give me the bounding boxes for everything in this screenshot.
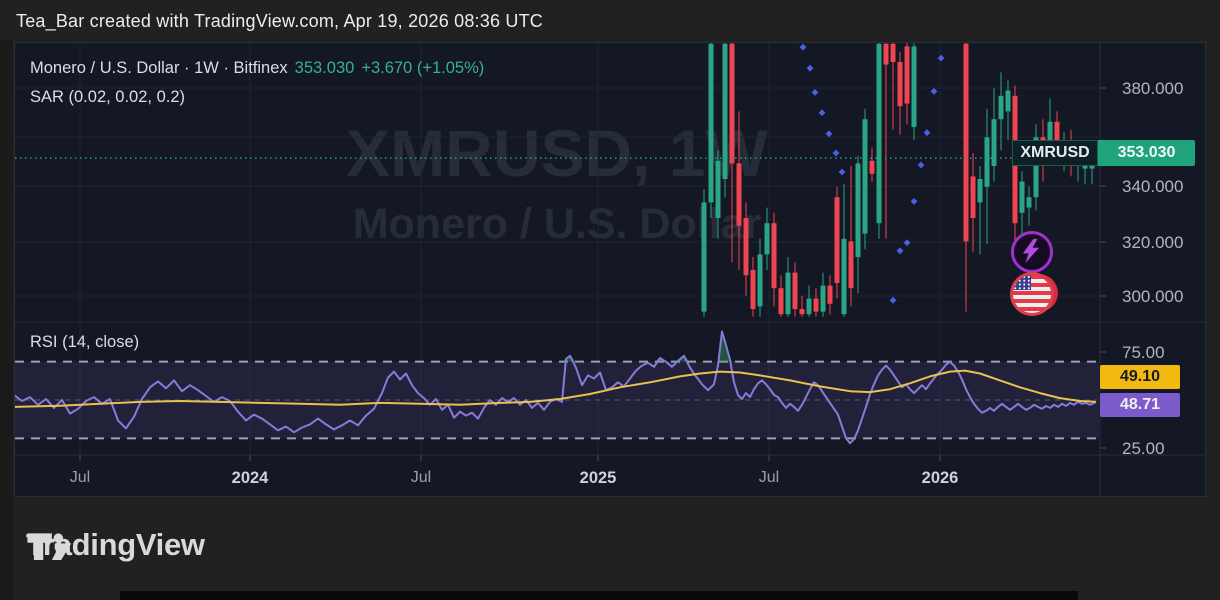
price-axis-label: 380.000 — [1122, 79, 1183, 99]
symbol-legend[interactable]: Monero / U.S. Dollar · 1W · Bitfinex 353.… — [30, 59, 491, 78]
price-axis-label: 320.000 — [1122, 233, 1183, 253]
symbol-badge: XMRUSD — [1012, 140, 1098, 166]
time-axis-label: 2025 — [580, 469, 617, 488]
rsi-axis-label: 25.00 — [1122, 439, 1165, 459]
legend-change: +3.670 (+1.05%) — [361, 59, 484, 77]
rsi-axis-label: 75.00 — [1122, 343, 1165, 363]
time-axis-label: 2026 — [922, 469, 959, 488]
tradingview-logo[interactable]: TradingView — [26, 527, 205, 563]
instant-detail-button[interactable] — [1011, 231, 1053, 273]
svg-text:XMRUSD, 1W: XMRUSD, 1W — [346, 116, 768, 190]
lightning-icon — [1014, 234, 1048, 268]
rsi-indicator-legend[interactable]: RSI (14, close) — [30, 333, 139, 352]
time-axis-label: Jul — [70, 469, 90, 487]
last-price-label: XMRUSD 353.030 — [1012, 140, 1195, 166]
us-flag-icon — [1010, 272, 1054, 316]
sar-indicator-legend[interactable]: SAR (0.02, 0.02, 0.2) — [30, 88, 185, 107]
tradingview-screenshot: Tea_Bar created with TradingView.com, Ap… — [0, 0, 1220, 600]
time-axis-label: 2024 — [232, 469, 269, 488]
price-badge: 353.030 — [1098, 140, 1195, 166]
legend-symbol: Monero / U.S. Dollar · 1W · Bitfinex — [30, 59, 288, 77]
svg-text:Monero / U.S. Dollar: Monero / U.S. Dollar — [353, 200, 762, 248]
price-axis-label: 300.000 — [1122, 287, 1183, 307]
tradingview-logo-icon — [26, 527, 72, 567]
legend-last-price: 353.030 — [295, 59, 355, 77]
bottom-divider-bar — [120, 591, 1078, 600]
usd-flag-button[interactable] — [1010, 272, 1058, 316]
rsi-value-badge: 48.71 — [1100, 393, 1180, 417]
time-axis-label: Jul — [759, 469, 779, 487]
flag-canton — [1013, 275, 1031, 290]
rsi-ma-value-badge: 49.10 — [1100, 365, 1180, 389]
time-axis-label: Jul — [411, 469, 431, 487]
price-axis-label: 340.000 — [1122, 177, 1183, 197]
